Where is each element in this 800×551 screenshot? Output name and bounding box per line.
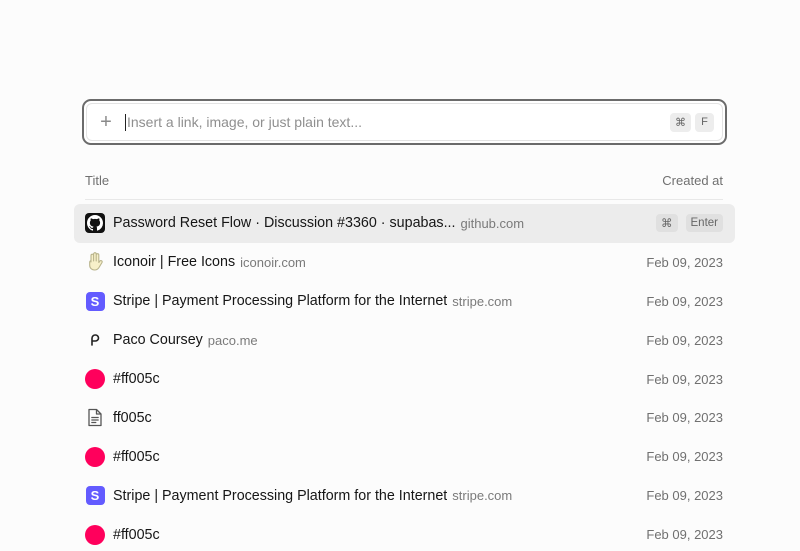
item-created-at: Feb 09, 2023 [646, 488, 723, 504]
list-item[interactable]: #ff005c Feb 09, 2023 [74, 515, 735, 551]
item-created-at: Feb 09, 2023 [646, 449, 723, 465]
item-title: #ff005c [113, 371, 160, 387]
stripe-icon: S [85, 486, 105, 506]
enter-key: Enter [685, 214, 723, 233]
iconoir-hand-icon [85, 252, 105, 272]
item-domain: stripe.com [452, 293, 513, 309]
link-input[interactable] [126, 104, 670, 140]
color-dot-icon [85, 446, 105, 467]
item-domain: paco.me [207, 332, 258, 348]
item-title: ff005c [113, 409, 152, 426]
item-title: #ff005c [113, 526, 160, 543]
stripe-icon: S [85, 291, 105, 311]
item-domain: github.com [460, 215, 525, 231]
column-title-header[interactable]: Title [85, 173, 109, 188]
item-title: Paco Coursey [113, 332, 203, 349]
link-input-field[interactable]: + ⌘ F [86, 103, 723, 141]
list-item[interactable]: Iconoir | Free Icons iconoir.com Feb 09,… [74, 243, 735, 282]
item-title: #ff005c [113, 448, 160, 465]
item-created-at: Feb 09, 2023 [646, 254, 723, 270]
plus-icon[interactable]: + [89, 112, 123, 132]
command-key-icon: ⌘ [670, 112, 691, 132]
list-item[interactable]: #ff005c Feb 09, 2023 [74, 437, 735, 476]
list-item[interactable]: #ff005c Feb 09, 2023 [74, 360, 735, 399]
item-title: Stripe | Payment Processing Platform for… [113, 293, 448, 310]
column-created-header[interactable]: Created at [662, 173, 723, 188]
list-item[interactable]: Paco Coursey paco.me Feb 09, 2023 [74, 321, 735, 360]
divider [85, 199, 723, 200]
item-title: Stripe | Payment Processing Platform for… [113, 487, 448, 504]
list-item[interactable]: S Stripe | Payment Processing Platform f… [74, 476, 735, 515]
bookmark-list: Password Reset Flow · Discussion #3360 ·… [74, 204, 735, 551]
list-item[interactable]: ff005c Feb 09, 2023 [74, 398, 735, 437]
item-title: Password Reset Flow · Discussion #3360 ·… [113, 215, 456, 232]
paco-icon [85, 330, 105, 350]
app: + ⌘ F Title Created at Password Reset Fl… [0, 0, 800, 551]
color-dot-icon [85, 524, 105, 545]
item-created-at: Feb 09, 2023 [646, 293, 723, 309]
f-key: F [695, 112, 714, 132]
table-header: Title Created at [85, 166, 723, 194]
list-item[interactable]: Password Reset Flow · Discussion #3360 ·… [74, 204, 735, 243]
item-created-at: Feb 09, 2023 [646, 332, 723, 348]
github-icon [85, 213, 105, 234]
item-created-at: Feb 09, 2023 [646, 371, 723, 387]
item-created-at: Feb 09, 2023 [646, 410, 723, 426]
open-shortcut-hint: ⌘ Enter [656, 214, 723, 233]
list-item[interactable]: S Stripe | Payment Processing Platform f… [74, 282, 735, 321]
document-icon [85, 408, 105, 428]
item-created-at: Feb 09, 2023 [646, 527, 723, 543]
link-input-container: + ⌘ F [82, 99, 727, 145]
item-title: Iconoir | Free Icons [113, 254, 236, 271]
shortcut-hint: ⌘ F [670, 112, 714, 132]
item-domain: stripe.com [452, 488, 513, 504]
color-dot-icon [85, 369, 105, 389]
command-key-icon: ⌘ [656, 214, 678, 233]
item-domain: iconoir.com [240, 254, 306, 270]
